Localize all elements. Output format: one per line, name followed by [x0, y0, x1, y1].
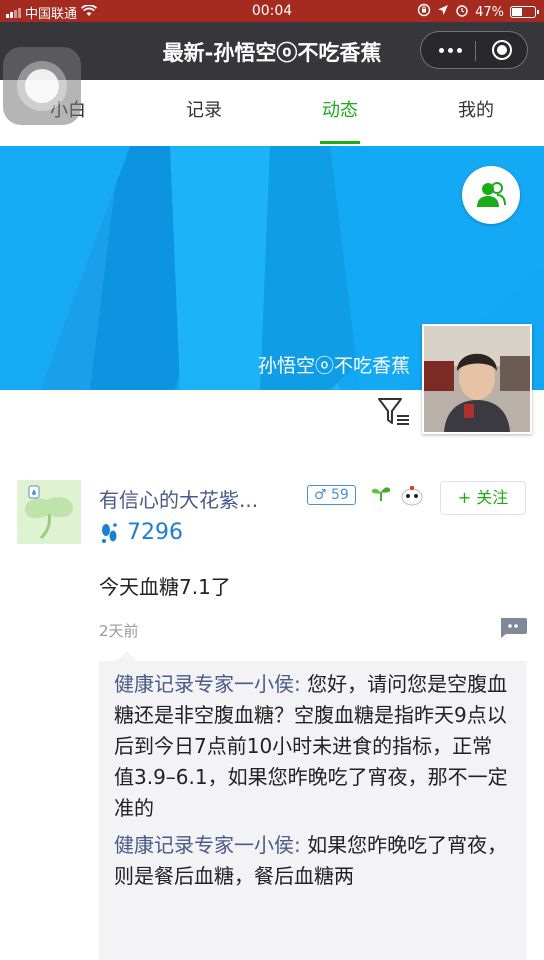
battery-icon: [510, 6, 539, 18]
robot-badge-icon: [400, 484, 424, 506]
comment-author[interactable]: 健康记录专家一小侯:: [114, 833, 301, 857]
gender-age-badge: ♂ 59: [307, 485, 356, 505]
active-tab-indicator: [320, 141, 360, 144]
post-author-name[interactable]: 有信心的大花紫...: [99, 484, 258, 513]
status-bar: 中国联通 00:04 47%: [0, 0, 544, 22]
location-icon: [437, 4, 449, 20]
follow-button[interactable]: + 关注: [440, 481, 526, 515]
step-count: 7296: [127, 520, 183, 545]
comment-icon[interactable]: [498, 617, 528, 639]
status-right: 47%: [417, 3, 539, 21]
post-content: 今天血糖7.1了: [99, 575, 231, 599]
miniprogram-capsule: [420, 31, 528, 69]
comment-item[interactable]: 健康记录专家一小侯: 您好，请问您是空腹血糖还是非空腹血糖？空腹血糖是指昨天9点…: [114, 669, 512, 824]
footprint-icon: [102, 522, 117, 543]
profile-photo[interactable]: [422, 324, 532, 434]
post-timestamp: 2天前: [99, 622, 139, 640]
tab-records[interactable]: 记录: [136, 80, 272, 146]
capsule-divider: [475, 41, 476, 61]
sprout-badge-icon: [370, 484, 392, 502]
tab-bar: 小白 记录 动态 我的: [0, 80, 544, 146]
post-author-avatar[interactable]: [17, 480, 81, 544]
tab-moments[interactable]: 动态: [272, 80, 408, 146]
filter-icon[interactable]: [377, 396, 411, 428]
friends-button[interactable]: [462, 166, 520, 224]
comment-item[interactable]: 健康记录专家一小侯: 如果您昨晚吃了宵夜，则是餐后血糖，餐后血糖两: [114, 830, 512, 892]
orientation-lock-icon: [417, 3, 431, 21]
assistive-touch-button[interactable]: [3, 47, 81, 125]
comment-author[interactable]: 健康记录专家一小侯:: [114, 672, 301, 696]
close-miniprogram-icon[interactable]: [492, 40, 512, 60]
friends-icon: [477, 182, 506, 207]
battery-percent: 47%: [475, 4, 504, 20]
comment-list: 健康记录专家一小侯: 您好，请问您是空腹血糖还是非空腹血糖？空腹血糖是指昨天9点…: [99, 651, 527, 960]
tab-mine[interactable]: 我的: [408, 80, 544, 146]
app-screen: 中国联通 00:04 47% 最新-孙悟空ⓞ不吃香蕉 记录 动态 我的 孙悟空ⓞ…: [0, 0, 544, 960]
profile-photo-image: [424, 326, 530, 432]
alarm-icon: [455, 3, 469, 21]
banner-user-name: 孙悟空ⓞ不吃香蕉: [257, 355, 410, 377]
title-bar: 最新-孙悟空ⓞ不吃香蕉: [0, 22, 544, 80]
steps-row: 7296: [99, 520, 183, 545]
battery-level: [512, 8, 522, 16]
more-menu-icon[interactable]: [439, 32, 462, 68]
